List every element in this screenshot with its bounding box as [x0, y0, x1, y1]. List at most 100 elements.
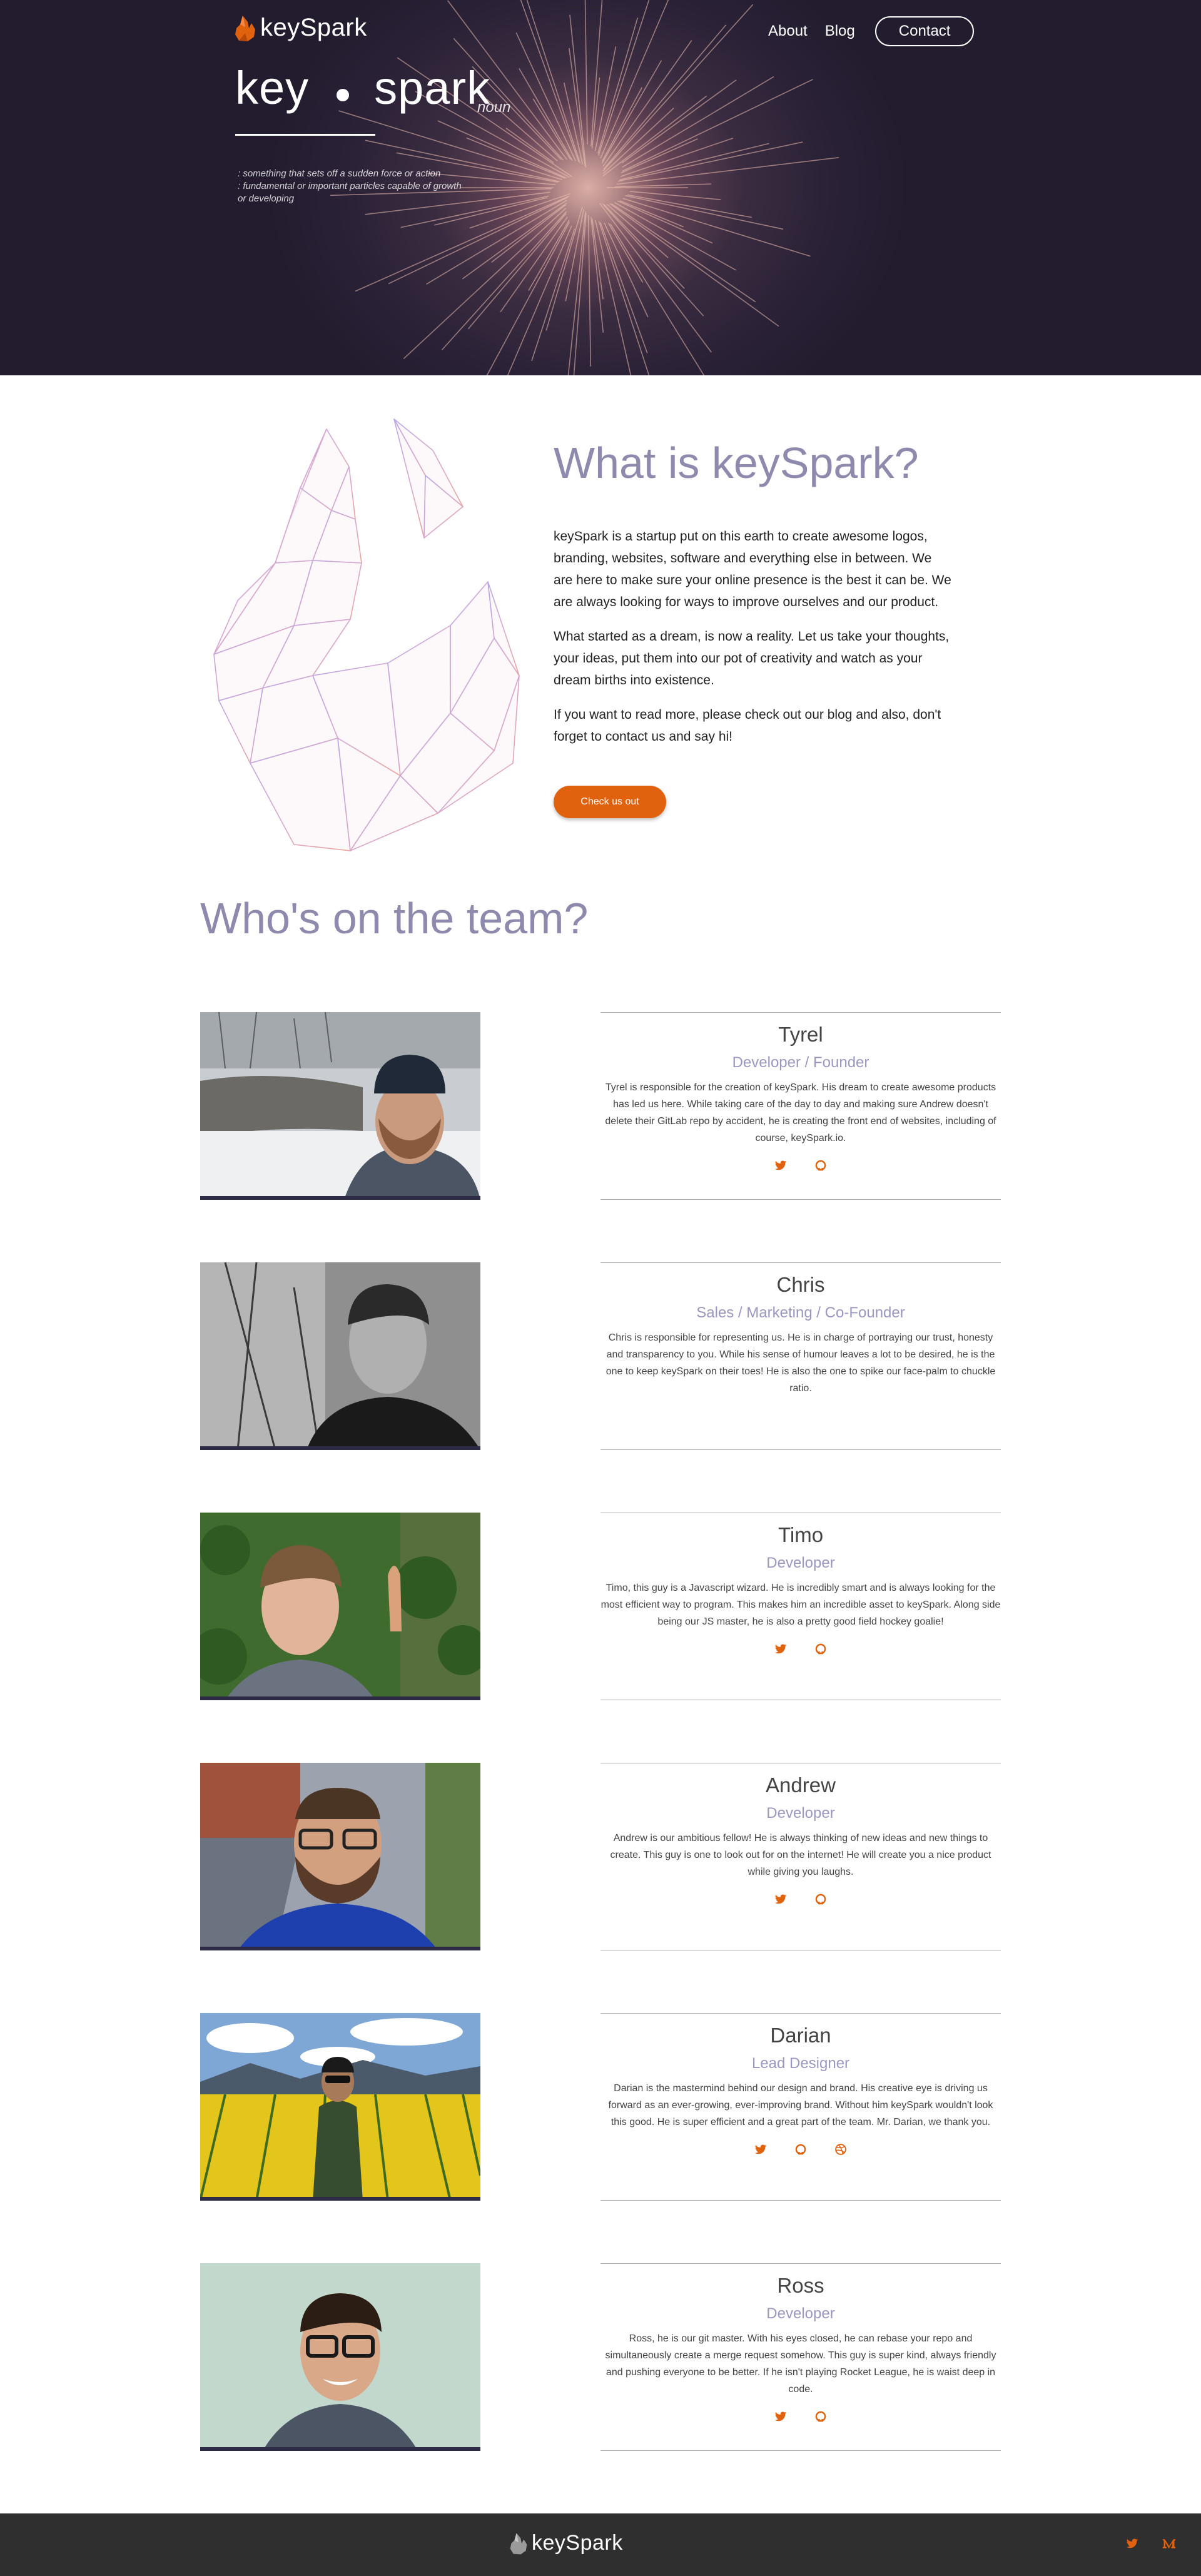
member-photo-tyrel: [200, 1012, 480, 1200]
member-bio: Tyrel is responsible for the creation of…: [605, 1082, 996, 1143]
member-name: Chris: [776, 1273, 825, 1296]
footer-logo[interactable]: keySpark: [509, 2531, 623, 2555]
member-role: Lead Designer: [751, 2055, 850, 2072]
spark-ray: [569, 48, 586, 166]
nav-blog-link[interactable]: Blog: [825, 23, 855, 40]
spark-ray: [622, 76, 774, 168]
member-card-andrew: Andrew Developer Andrew is our ambitious…: [600, 1763, 1001, 1950]
member-social-links: [600, 1893, 1001, 1905]
hero-banner: keySpark About Blog Contact key spark no…: [0, 0, 1201, 375]
spark-ray: [603, 204, 685, 289]
site-logo[interactable]: keySpark: [234, 14, 367, 42]
member-name: Ross: [777, 2274, 824, 2297]
member-bio: Andrew is our ambitious fellow! He is al…: [610, 1833, 991, 1877]
nav-about-link[interactable]: About: [768, 23, 808, 40]
spark-ray: [426, 200, 567, 285]
spark-ray: [614, 183, 711, 188]
definition-block: : something that sets off a sudden force…: [238, 168, 463, 205]
member-photo-andrew: [200, 1763, 480, 1950]
definition-2: : fundamental or important particles cap…: [238, 181, 462, 204]
spark-ray: [600, 0, 669, 159]
check-us-out-button[interactable]: Check us out: [554, 786, 666, 818]
about-paragraph-2: What started as a dream, is now a realit…: [554, 629, 950, 687]
spark-ray: [507, 225, 572, 375]
spark-ray: [602, 4, 754, 171]
spark-ray: [602, 95, 707, 177]
flame-logo-icon: [235, 15, 255, 41]
github-icon[interactable]: [794, 2143, 807, 2156]
syllable-dot: [337, 89, 350, 101]
definition-1: : something that sets off a sudden force…: [238, 168, 441, 179]
member-name: Andrew: [766, 1773, 836, 1797]
twitter-icon[interactable]: [1126, 2537, 1138, 2550]
dictionary-headword: key spark: [235, 61, 490, 114]
member-photo-timo: [200, 1513, 480, 1700]
member-card-tyrel: Tyrel Developer / Founder Tyrel is respo…: [600, 1012, 1001, 1200]
github-icon[interactable]: [814, 1643, 827, 1655]
about-paragraph-1: keySpark is a startup put on this earth …: [554, 529, 951, 609]
member-name: Timo: [778, 1523, 824, 1546]
twitter-icon[interactable]: [774, 1159, 787, 1172]
footer-social-links: [1126, 2537, 1176, 2550]
spark-ray: [602, 203, 704, 317]
member-role: Developer: [766, 1805, 835, 1822]
medium-icon[interactable]: [1162, 2537, 1176, 2550]
twitter-icon[interactable]: [774, 1893, 787, 1905]
spark-ray: [587, 215, 592, 367]
member-role: Developer / Founder: [732, 1054, 869, 1071]
spark-ray: [573, 213, 587, 375]
member-social-links: [600, 2410, 1001, 2423]
member-bio: Chris is responsible for representing us…: [606, 1332, 996, 1394]
spark-ray: [500, 216, 568, 313]
team-heading: Who's on the team?: [200, 894, 589, 943]
part-of-speech: noun: [477, 99, 511, 116]
nav-contact-button[interactable]: Contact: [874, 16, 975, 46]
dribbble-icon[interactable]: [834, 2143, 847, 2156]
member-bio: Ross, he is our git master. With his eye…: [605, 2333, 996, 2395]
member-social-links: [600, 1159, 1001, 1172]
logo-wordmark: keySpark: [260, 14, 367, 41]
spark-ray: [469, 193, 570, 229]
spark-ray: [603, 24, 727, 170]
spark-ray: [620, 138, 734, 177]
spark-ray: [597, 0, 650, 156]
about-paragraph-3: If you want to read more, please check o…: [554, 707, 941, 744]
headword-spark: spark: [374, 62, 491, 114]
member-photo-ross: [200, 2263, 480, 2451]
headword-key: key: [235, 62, 310, 114]
spark-ray: [621, 138, 698, 174]
twitter-icon[interactable]: [754, 2143, 767, 2156]
member-social-links: [600, 2143, 1001, 2156]
about-heading: What is keySpark?: [554, 439, 919, 487]
footer-wordmark: keySpark: [532, 2531, 623, 2555]
github-icon[interactable]: [814, 1893, 827, 1905]
spark-ray: [590, 216, 604, 333]
twitter-icon[interactable]: [774, 2410, 787, 2423]
spark-ray: [607, 222, 644, 283]
github-icon[interactable]: [814, 2410, 827, 2423]
sparkler-image: [330, 0, 839, 375]
member-card-timo: Timo Developer Timo, this guy is a Javas…: [600, 1513, 1001, 1700]
spark-ray: [520, 0, 579, 162]
spark-ray: [616, 156, 839, 185]
member-name: Darian: [770, 2024, 831, 2047]
spark-ray: [629, 191, 721, 200]
site-footer: keySpark: [0, 2513, 1201, 2576]
member-bio: Darian is the mastermind behind our desi…: [608, 2083, 993, 2127]
twitter-icon[interactable]: [774, 1643, 787, 1655]
member-photo-darian: [200, 2013, 480, 2201]
spark-ray: [604, 222, 649, 318]
member-photo-chris: [200, 1262, 480, 1450]
member-role: Developer: [766, 1554, 835, 1571]
member-bio: Timo, this guy is a Javascript wizard. H…: [600, 1583, 1001, 1627]
low-poly-flame-illustration: [213, 418, 520, 851]
member-role: Developer: [766, 2305, 835, 2322]
github-icon[interactable]: [814, 1159, 827, 1172]
member-name: Tyrel: [778, 1023, 823, 1046]
member-card-chris: Chris Sales / Marketing / Co-Founder Chr…: [600, 1262, 1001, 1450]
spark-ray: [545, 206, 583, 331]
member-role: Sales / Marketing / Co-Founder: [696, 1304, 905, 1321]
spark-ray: [590, 0, 603, 147]
flame-logo-icon: [510, 2532, 527, 2554]
hero-divider: [235, 134, 375, 136]
